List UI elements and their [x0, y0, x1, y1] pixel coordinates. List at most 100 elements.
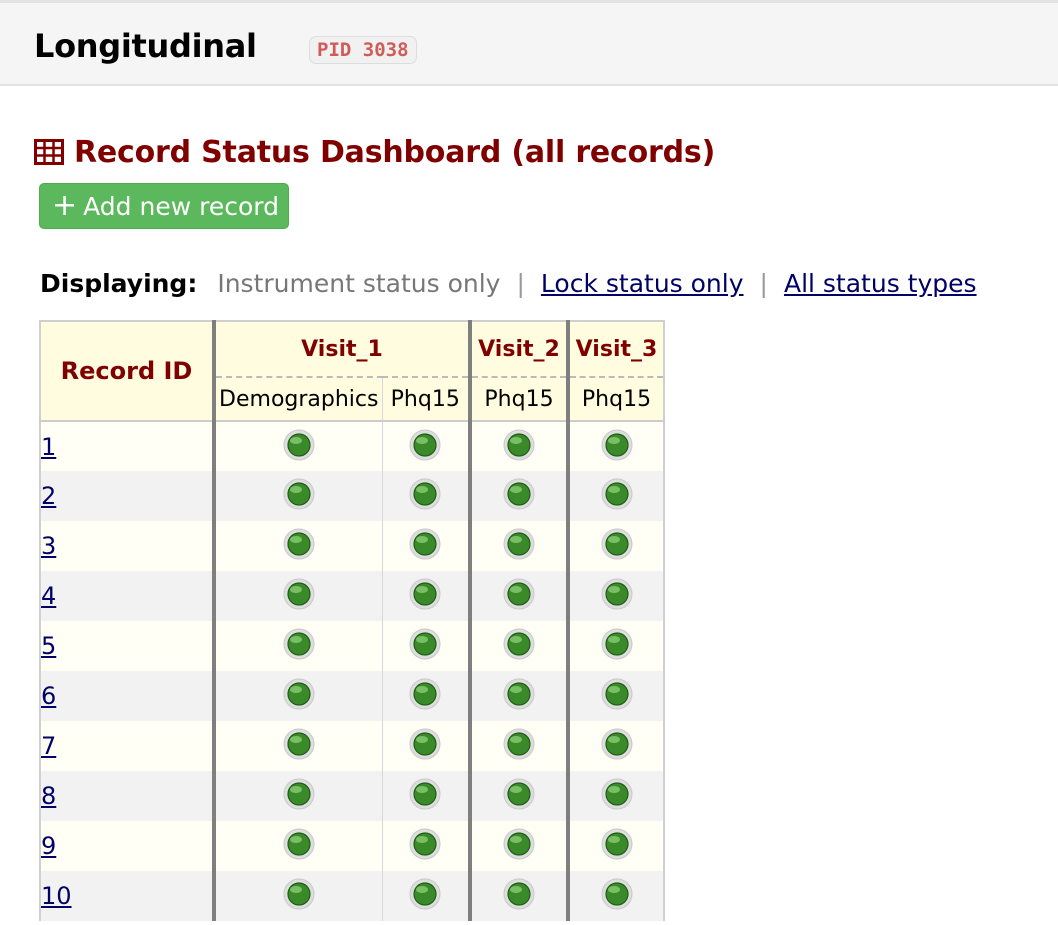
status-cell [470, 471, 570, 521]
status-cell [568, 821, 665, 871]
record-id-link[interactable]: 5 [41, 632, 56, 660]
complete-status-icon[interactable] [409, 628, 441, 660]
complete-status-icon[interactable] [283, 528, 315, 560]
record-id-header: Record ID [39, 320, 216, 422]
lock-status-only-link[interactable]: Lock status only [541, 269, 744, 298]
status-cell [214, 521, 383, 571]
record-id-link[interactable]: 1 [41, 433, 56, 461]
complete-status-icon[interactable] [601, 878, 633, 910]
record-id-link[interactable]: 7 [41, 732, 56, 760]
complete-status-icon[interactable] [503, 429, 535, 461]
complete-status-icon[interactable] [283, 478, 315, 510]
record-id-link[interactable]: 9 [41, 832, 56, 860]
complete-status-icon[interactable] [283, 778, 315, 810]
status-cell [382, 571, 472, 621]
table-icon [34, 137, 64, 167]
status-cell [470, 721, 570, 771]
complete-status-icon[interactable] [503, 578, 535, 610]
form-header-phq15: Phq15 [568, 377, 665, 422]
status-cell [382, 621, 472, 671]
record-id-cell: 3 [39, 521, 216, 571]
complete-status-icon[interactable] [503, 628, 535, 660]
status-cell [214, 471, 383, 521]
plus-icon: + [52, 188, 78, 223]
complete-status-icon[interactable] [409, 828, 441, 860]
complete-status-icon[interactable] [503, 778, 535, 810]
complete-status-icon[interactable] [601, 528, 633, 560]
status-cell [470, 571, 570, 621]
complete-status-icon[interactable] [601, 828, 633, 860]
status-cell [214, 721, 383, 771]
display-separator: | [759, 268, 768, 298]
complete-status-icon[interactable] [503, 728, 535, 760]
status-cell [568, 721, 665, 771]
complete-status-icon[interactable] [283, 728, 315, 760]
table-row: 9 [39, 821, 665, 871]
page-title-text: Record Status Dashboard (all records) [74, 134, 716, 170]
complete-status-icon[interactable] [601, 578, 633, 610]
complete-status-icon[interactable] [601, 678, 633, 710]
status-cell [568, 571, 665, 621]
page-title: Record Status Dashboard (all records) [34, 132, 715, 172]
record-id-link[interactable]: 10 [41, 882, 72, 910]
complete-status-icon[interactable] [283, 429, 315, 461]
record-id-cell: 5 [39, 621, 216, 671]
complete-status-icon[interactable] [283, 628, 315, 660]
event-header-visit-1: Visit_1 [214, 320, 472, 378]
complete-status-icon[interactable] [503, 828, 535, 860]
record-id-cell: 9 [39, 821, 216, 871]
complete-status-icon[interactable] [601, 728, 633, 760]
complete-status-icon[interactable] [409, 778, 441, 810]
status-cell [382, 671, 472, 721]
record-id-link[interactable]: 3 [41, 532, 56, 560]
status-cell [382, 871, 472, 921]
record-id-link[interactable]: 2 [41, 482, 56, 510]
complete-status-icon[interactable] [283, 578, 315, 610]
add-new-record-label: Add new record [83, 191, 279, 221]
status-cell [568, 621, 665, 671]
complete-status-icon[interactable] [503, 528, 535, 560]
complete-status-icon[interactable] [503, 478, 535, 510]
status-cell [214, 671, 383, 721]
complete-status-icon[interactable] [601, 429, 633, 461]
complete-status-icon[interactable] [601, 628, 633, 660]
complete-status-icon[interactable] [601, 778, 633, 810]
event-header-visit-2: Visit_2 [470, 320, 570, 378]
table-row: 7 [39, 721, 665, 771]
status-cell [470, 421, 570, 471]
add-new-record-button[interactable]: + Add new record [39, 183, 289, 229]
complete-status-icon[interactable] [409, 728, 441, 760]
record-id-cell: 2 [39, 471, 216, 521]
record-id-cell: 4 [39, 571, 216, 621]
complete-status-icon[interactable] [601, 478, 633, 510]
status-cell [214, 771, 383, 821]
complete-status-icon[interactable] [283, 678, 315, 710]
status-cell [214, 821, 383, 871]
form-header-demographics: Demographics [214, 377, 383, 422]
status-cell [214, 571, 383, 621]
complete-status-icon[interactable] [409, 578, 441, 610]
complete-status-icon[interactable] [409, 678, 441, 710]
record-id-link[interactable]: 6 [41, 682, 56, 710]
record-id-link[interactable]: 4 [41, 582, 56, 610]
status-cell [470, 871, 570, 921]
status-cell [382, 821, 472, 871]
table-row: 2 [39, 471, 665, 521]
status-cell [470, 671, 570, 721]
status-cell [568, 421, 665, 471]
record-id-link[interactable]: 8 [41, 782, 56, 810]
complete-status-icon[interactable] [283, 878, 315, 910]
table-row: 10 [39, 871, 665, 921]
complete-status-icon[interactable] [409, 429, 441, 461]
complete-status-icon[interactable] [409, 528, 441, 560]
complete-status-icon[interactable] [283, 828, 315, 860]
complete-status-icon[interactable] [409, 878, 441, 910]
record-status-table: Record ID Visit_1 Visit_2 Visit_3 Demogr… [39, 320, 665, 921]
complete-status-icon[interactable] [503, 878, 535, 910]
record-id-cell: 1 [39, 421, 216, 471]
all-status-types-link[interactable]: All status types [784, 269, 977, 298]
status-cell [382, 521, 472, 571]
complete-status-icon[interactable] [503, 678, 535, 710]
form-header-phq15: Phq15 [382, 377, 472, 422]
complete-status-icon[interactable] [409, 478, 441, 510]
